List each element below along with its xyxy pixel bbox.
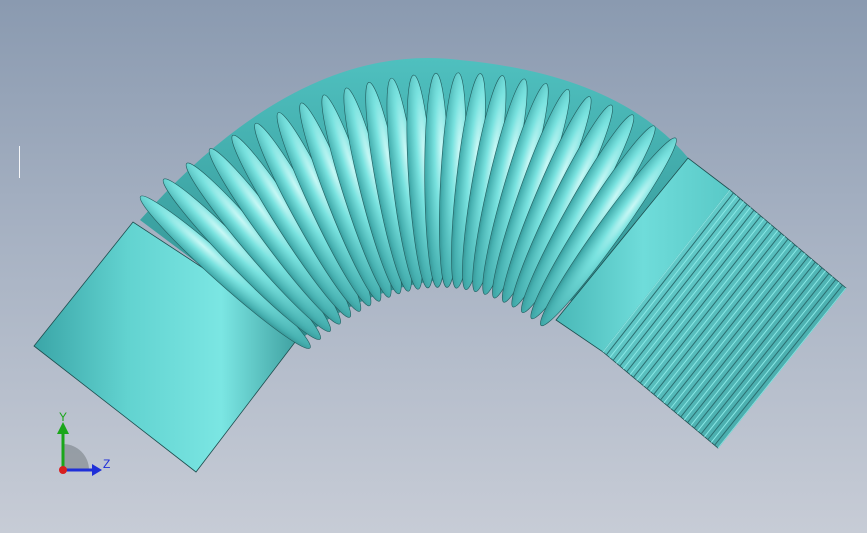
y-axis-label: Y <box>59 410 67 424</box>
x-axis-dot <box>59 466 67 474</box>
graphics-viewport[interactable]: Y Z <box>0 0 867 533</box>
z-axis-arrow <box>92 464 102 476</box>
z-axis-label: Z <box>103 457 110 471</box>
orientation-triad: Y Z <box>57 410 110 476</box>
bellows-hose-model[interactable] <box>0 0 867 533</box>
triad-plane-quadrant <box>63 444 89 470</box>
